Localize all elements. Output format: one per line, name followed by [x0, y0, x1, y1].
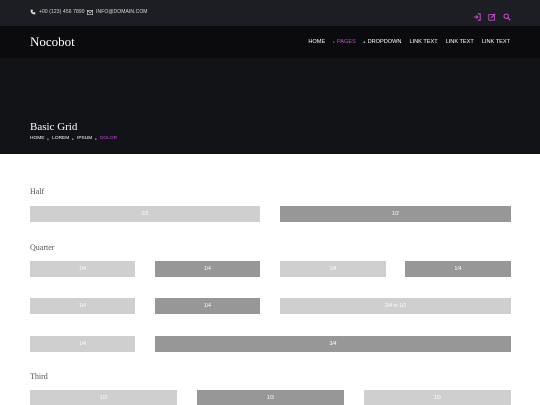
grid-cell-third: 1/3	[197, 390, 344, 405]
search-icon[interactable]	[503, 8, 511, 21]
grid-cell-three-quarter: 3/4	[155, 336, 511, 352]
grid-cell-quarter: 1/4	[155, 261, 260, 277]
page-title: Basic Grid	[30, 121, 78, 133]
nav-item-dropdown[interactable]: ▸ DROPDOWN	[364, 39, 402, 45]
phone-number: +00 (123) 456 7890	[39, 9, 85, 15]
nav-item-link-text-1[interactable]: LINK TEXT	[409, 39, 437, 45]
nav-item-link-text-2[interactable]: LINK TEXT	[446, 39, 474, 45]
breadcrumb: HOME ▸ LOREM ▸ IPSUM ▸ DOLOR	[30, 136, 117, 141]
section-heading-quarter: Quarter	[30, 243, 55, 252]
breadcrumb-ipsum[interactable]: IPSUM	[77, 136, 92, 141]
breadcrumb-current: DOLOR	[99, 136, 118, 141]
grid-cell-third: 1/3	[364, 390, 511, 405]
grid-cell-quarter: 1/4	[405, 261, 511, 277]
brand-logo[interactable]: Nocobot	[30, 34, 75, 50]
envelope-icon	[87, 9, 93, 15]
email-address: INFO@DOMAIN.COM	[96, 9, 148, 15]
top-bar: +00 (123) 456 7890 INFO@DOMAIN.COM	[0, 0, 540, 26]
phone-contact[interactable]: +00 (123) 456 7890	[30, 9, 85, 15]
nav-item-pages[interactable]: ▸ PAGES	[333, 39, 356, 45]
grid-cell-half: 1/2	[280, 206, 511, 222]
chevron-right-icon: ▸	[72, 136, 74, 141]
breadcrumb-home[interactable]: HOME	[30, 136, 44, 141]
grid-cell-quarter: 1/4	[280, 261, 386, 277]
chevron-right-icon: ▸	[95, 136, 97, 141]
page-header: Basic Grid HOME ▸ LOREM ▸ IPSUM ▸ DOLOR	[0, 58, 540, 154]
phone-icon	[30, 9, 36, 15]
section-heading-half: Half	[30, 187, 45, 196]
main-menu: HOME ▸ PAGES ▸ DROPDOWN LINK TEXT LINK TEX…	[308, 39, 510, 45]
grid-cell-third: 1/3	[30, 390, 177, 405]
nav-item-home[interactable]: HOME	[308, 39, 325, 45]
grid-cell-quarter: 1/4	[155, 298, 260, 314]
caret-icon: ▸	[333, 40, 335, 44]
grid-cell-half: 1/2	[30, 206, 260, 222]
grid-cell-quarter: 1/4	[30, 298, 135, 314]
sign-in-icon[interactable]	[473, 8, 481, 21]
main-navbar: Nocobot HOME ▸ PAGES ▸ DROPDOWN LINK TEXT …	[0, 26, 540, 58]
breadcrumb-lorem[interactable]: LOREM	[52, 136, 69, 141]
edit-icon[interactable]	[488, 8, 496, 21]
nav-item-link-text-3[interactable]: LINK TEXT	[482, 39, 510, 45]
top-icons	[473, 8, 511, 21]
grid-cell-quarter: 1/4	[30, 336, 135, 352]
email-contact[interactable]: INFO@DOMAIN.COM	[87, 9, 148, 15]
section-heading-third: Third	[30, 372, 48, 381]
grid-cell-quarter: 1/4	[30, 261, 135, 277]
chevron-right-icon: ▸	[47, 136, 50, 141]
grid-cell-half: 2/4 or 1/2	[280, 298, 511, 314]
caret-icon: ▸	[363, 40, 366, 44]
